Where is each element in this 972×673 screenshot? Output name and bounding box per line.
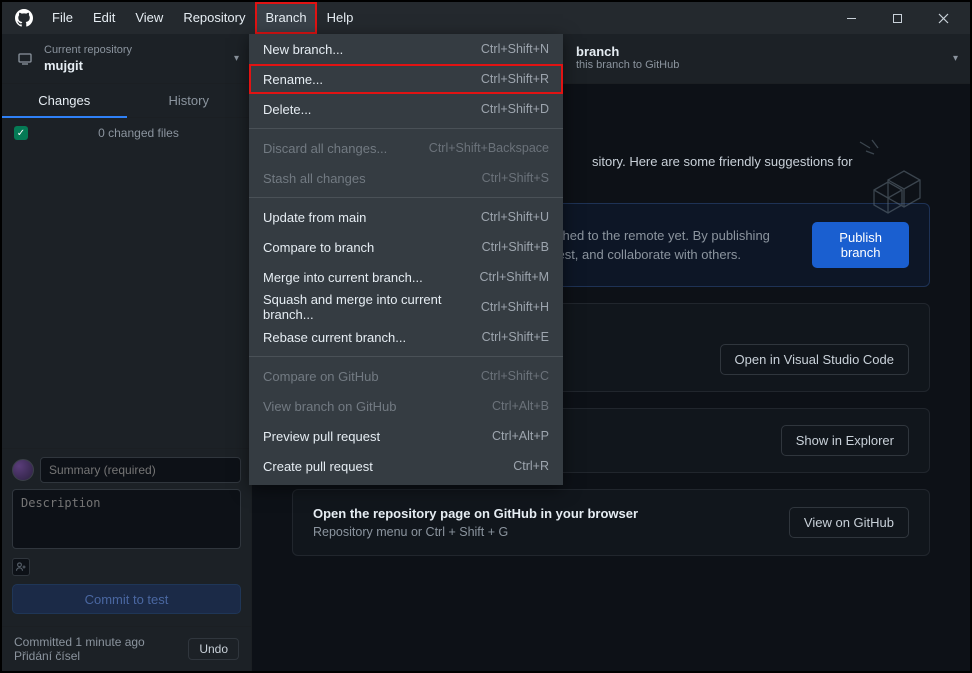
decoration-boxes-icon (854, 136, 934, 216)
menu-help[interactable]: Help (317, 2, 364, 34)
add-coauthor-button[interactable] (12, 558, 30, 576)
branch-menu-item-shortcut: Ctrl+Shift+E (482, 330, 549, 344)
current-repo-value: mujgit (44, 58, 132, 73)
branch-menu-item-label: Merge into current branch... (263, 270, 423, 285)
view-on-github-button[interactable]: View on GitHub (789, 507, 909, 538)
commit-summary-input[interactable] (40, 457, 241, 483)
avatar (12, 459, 34, 481)
card-view-on-github: Open the repository page on GitHub in yo… (292, 489, 930, 556)
branch-menu-item-label: New branch... (263, 42, 343, 57)
publish-branch-header-title: branch (576, 44, 679, 59)
sidebar-tabs: Changes History (2, 84, 251, 118)
branch-menu-item: View branch on GitHub Ctrl+Alt+B (249, 391, 563, 421)
branch-menu-item-shortcut: Ctrl+Shift+Backspace (429, 141, 549, 155)
tab-changes[interactable]: Changes (2, 84, 127, 118)
publish-panel-text: blished to the remote yet. By publishing… (543, 226, 812, 265)
branch-menu-item[interactable]: New branch... Ctrl+Shift+N (249, 34, 563, 64)
card-view-on-github-title: Open the repository page on GitHub in yo… (313, 506, 789, 521)
github-logo-icon (12, 6, 36, 30)
branch-menu-item[interactable]: Preview pull request Ctrl+Alt+P (249, 421, 563, 451)
window-controls (828, 2, 966, 34)
branch-menu-item-shortcut: Ctrl+Shift+C (481, 369, 549, 383)
branch-menu-item[interactable]: Delete... Ctrl+Shift+D (249, 94, 563, 124)
branch-menu-item-label: Update from main (263, 210, 366, 225)
branch-menu-item-shortcut: Ctrl+Alt+B (492, 399, 549, 413)
branch-menu-item-label: Discard all changes... (263, 141, 387, 156)
changed-files-count: 0 changed files (98, 126, 179, 140)
commit-button[interactable]: Commit to test (12, 584, 241, 614)
branch-menu-item: Compare on GitHub Ctrl+Shift+C (249, 361, 563, 391)
branch-menu-item-shortcut: Ctrl+Shift+B (482, 240, 549, 254)
menu-edit[interactable]: Edit (83, 2, 125, 34)
last-commit-message: Přidání čísel (14, 649, 145, 663)
branch-menu-item-shortcut: Ctrl+Shift+M (480, 270, 549, 284)
menu-view[interactable]: View (125, 2, 173, 34)
branch-menu-item-label: View branch on GitHub (263, 399, 396, 414)
branch-menu-item-label: Compare to branch (263, 240, 374, 255)
publish-branch-header[interactable]: branch this branch to GitHub ▾ (562, 34, 970, 83)
branch-menu-item-label: Preview pull request (263, 429, 380, 444)
commit-description-input[interactable] (12, 489, 241, 549)
branch-menu-item[interactable]: Update from main Ctrl+Shift+U (249, 202, 563, 232)
branch-menu-item-shortcut: Ctrl+Shift+S (482, 171, 549, 185)
branch-menu-item-shortcut: Ctrl+Shift+R (481, 72, 549, 86)
sidebar: Changes History ✓ 0 changed files Commit… (2, 84, 252, 671)
branch-menu-item-shortcut: Ctrl+R (513, 459, 549, 473)
branch-menu-item: Stash all changes Ctrl+Shift+S (249, 163, 563, 193)
branch-menu-item: Discard all changes... Ctrl+Shift+Backspa… (249, 133, 563, 163)
menu-repository[interactable]: Repository (173, 2, 255, 34)
window-minimize-button[interactable] (828, 2, 874, 34)
branch-menu-item[interactable]: Create pull request Ctrl+R (249, 451, 563, 481)
branch-menu-item-label: Rename... (263, 72, 323, 87)
branch-menu-item-shortcut: Ctrl+Shift+N (481, 42, 549, 56)
window-maximize-button[interactable] (874, 2, 920, 34)
chevron-down-icon: ▾ (234, 53, 239, 64)
card-view-on-github-sub: Repository menu or Ctrl + Shift + G (313, 525, 789, 539)
window-close-button[interactable] (920, 2, 966, 34)
branch-menu-item[interactable]: Rebase current branch... Ctrl+Shift+E (249, 322, 563, 352)
tab-history[interactable]: History (127, 84, 252, 118)
menu-branch[interactable]: Branch (255, 2, 316, 34)
changed-files-header: ✓ 0 changed files (2, 118, 251, 148)
branch-menu-item[interactable]: Compare to branch Ctrl+Shift+B (249, 232, 563, 262)
chevron-down-icon: ▾ (953, 53, 958, 64)
last-commit-time: Committed 1 minute ago (14, 635, 145, 649)
branch-menu-item[interactable]: Merge into current branch... Ctrl+Shift+M (249, 262, 563, 292)
branch-menu-item-shortcut: Ctrl+Alt+P (492, 429, 549, 443)
branch-menu-item-label: Delete... (263, 102, 311, 117)
select-all-checkbox[interactable]: ✓ (14, 126, 28, 140)
branch-menu-item-shortcut: Ctrl+Shift+H (481, 300, 549, 314)
publish-branch-button[interactable]: Publish branch (812, 222, 909, 268)
branch-menu-dropdown: New branch... Ctrl+Shift+N Rename... Ctrl+S… (249, 34, 563, 485)
branch-menu-item[interactable]: Squash and merge into current branch...C… (249, 292, 563, 322)
branch-menu-item-label: Rebase current branch... (263, 330, 406, 345)
commit-box: Commit to test (2, 448, 251, 626)
branch-menu-item-label: Stash all changes (263, 171, 366, 186)
current-repo-selector[interactable]: Current repository mujgit ▾ (2, 34, 252, 83)
menubar: File Edit View Repository Branch Help (2, 2, 970, 34)
last-commit-row: Committed 1 minute ago Přidání čísel Und… (2, 626, 251, 671)
branch-menu-item-label: Squash and merge into current branch... (263, 292, 481, 322)
open-in-vscode-button[interactable]: Open in Visual Studio Code (720, 344, 909, 375)
branch-menu-item-label: Compare on GitHub (263, 369, 379, 384)
show-in-explorer-button[interactable]: Show in Explorer (781, 425, 909, 456)
branch-menu-item[interactable]: Rename... Ctrl+Shift+R (249, 64, 563, 94)
branch-menu-item-label: Create pull request (263, 459, 373, 474)
menu-file[interactable]: File (42, 2, 83, 34)
branch-menu-item-shortcut: Ctrl+Shift+D (481, 102, 549, 116)
computer-icon (16, 51, 34, 67)
branch-menu-item-shortcut: Ctrl+Shift+U (481, 210, 549, 224)
undo-button[interactable]: Undo (188, 638, 239, 660)
current-repo-label: Current repository (44, 44, 132, 57)
publish-branch-header-sub: this branch to GitHub (576, 59, 679, 72)
